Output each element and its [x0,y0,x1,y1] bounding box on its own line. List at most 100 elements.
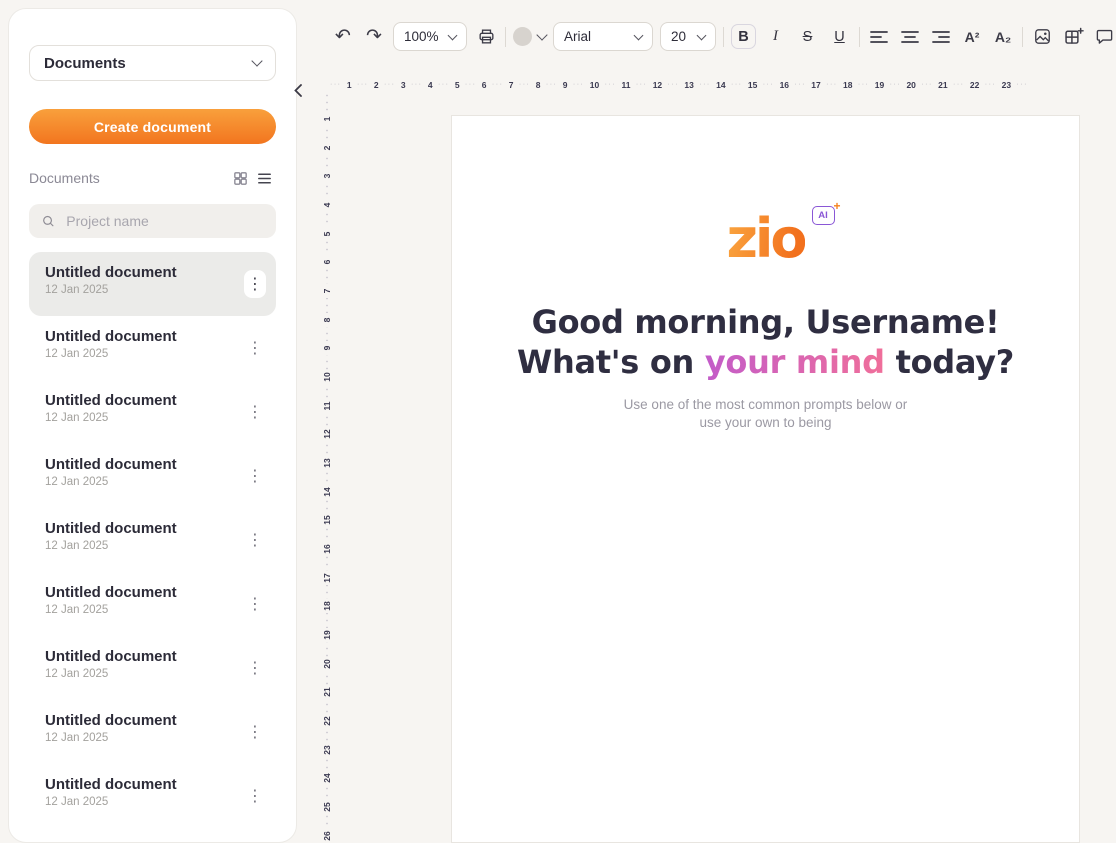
ruler-number: 4 [428,80,433,90]
comment-button[interactable] [1092,24,1116,50]
ruler-vertical: 1234567891011121314151617181920212223242… [320,92,334,843]
grid-view-button[interactable] [228,166,252,190]
ruler-number: 3 [321,169,333,183]
document-date: 12 Jan 2025 [45,284,232,296]
kebab-menu-button[interactable]: ⋮ [244,718,266,746]
ruler-number: 18 [321,599,333,613]
search-icon [41,213,55,229]
ruler-number: 10 [590,80,599,90]
document-title: Untitled document [45,776,232,793]
align-center-button[interactable] [898,24,922,50]
undo-button[interactable]: ↶ [331,24,355,50]
greeting-line2-prefix: What's on [517,343,705,381]
workspace-selector[interactable]: Documents [29,45,276,81]
ruler-number: 12 [653,80,662,90]
kebab-menu-button[interactable]: ⋮ [244,462,266,490]
ruler-ticks: ··· [794,81,806,88]
redo-button[interactable]: ↷ [362,24,386,50]
kebab-menu-button[interactable]: ⋮ [244,590,266,618]
align-left-button[interactable] [867,24,891,50]
sidebar: Documents Create document Documents Unti… [8,8,297,843]
document-list-item[interactable]: Untitled document 12 Jan 2025 ⋮ [29,380,276,444]
kebab-menu-button[interactable]: ⋮ [244,334,266,362]
text-color-button[interactable] [513,27,546,46]
ruler-number: 17 [321,571,333,585]
ruler-ticks: ··· [763,81,775,88]
ruler-number: 8 [536,80,541,90]
chevron-down-icon [697,30,707,40]
ruler-number: 13 [321,456,333,470]
document-title: Untitled document [45,264,232,281]
ruler-number: 6 [321,255,333,269]
print-button[interactable] [474,24,498,50]
ruler-number: 8 [321,313,333,327]
kebab-menu-button[interactable]: ⋮ [244,398,266,426]
kebab-menu-button[interactable]: ⋮ [244,654,266,682]
font-family-select[interactable]: Arial [553,22,653,51]
ruler-number: 2 [321,141,333,155]
editor-toolbar: ↶ ↷ 100% Arial 20 B I S U [331,20,1116,53]
italic-button[interactable]: I [763,24,788,49]
document-date: 12 Jan 2025 [45,732,232,744]
document-list-item[interactable]: Untitled document 12 Jan 2025 ⋮ [29,508,276,572]
subscript-button[interactable]: A₂ [991,24,1015,50]
sidebar-collapse-button[interactable] [290,81,306,99]
list-view-button[interactable] [252,166,276,190]
insert-image-button[interactable] [1030,24,1054,50]
list-view-icon [256,170,273,187]
kebab-menu-button[interactable]: ⋮ [244,782,266,810]
ruler-number: 13 [684,80,693,90]
document-list-item[interactable]: Untitled document 12 Jan 2025 ⋮ [29,700,276,764]
ruler-ticks: ··· [357,81,369,88]
ruler-number: 1 [321,112,333,126]
document-list-item[interactable]: Untitled document 12 Jan 2025 ⋮ [29,444,276,508]
ruler-number: 16 [321,542,333,556]
document-date: 12 Jan 2025 [45,668,232,680]
ruler-number: 15 [321,513,333,527]
font-size-select[interactable]: 20 [660,22,716,51]
separator [859,27,860,47]
ruler-number: 15 [748,80,757,90]
align-right-button[interactable] [929,24,953,50]
align-right-icon [932,30,950,44]
bold-button[interactable]: B [731,24,756,49]
ruler-number: 23 [321,743,333,757]
kebab-menu-button[interactable]: ⋮ [244,270,266,298]
zoom-select[interactable]: 100% [393,22,467,51]
subtitle-line1: Use one of the most common prompts below… [452,396,1079,414]
underline-button[interactable]: U [827,24,852,49]
search-input[interactable] [64,212,264,230]
insert-table-button[interactable] [1061,24,1085,50]
ruler-ticks: ··· [605,81,617,88]
document-title: Untitled document [45,712,232,729]
document-list-item[interactable]: Untitled document 12 Jan 2025 ⋮ [29,316,276,380]
document-list-item[interactable]: Untitled document 12 Jan 2025 ⋮ [29,636,276,700]
document-page[interactable]: zio AI + Good morning, Username! What's … [451,115,1080,843]
separator [1022,27,1023,47]
chevron-down-icon [251,55,262,66]
document-list-item[interactable]: Untitled document 12 Jan 2025 ⋮ [29,252,276,316]
superscript-button[interactable]: A² [960,24,984,50]
ruler-number: 25 [321,800,333,814]
ruler-number: 11 [321,399,333,413]
kebab-menu-button[interactable]: ⋮ [244,526,266,554]
ruler-number: 10 [321,370,333,384]
document-title: Untitled document [45,648,232,665]
ruler-ticks: ··· [573,81,585,88]
ruler-number: 19 [321,628,333,642]
greeting-line2-highlight: your mind [705,343,885,381]
document-list-item[interactable]: Untitled document 12 Jan 2025 ⋮ [29,572,276,636]
chevron-down-icon [634,30,644,40]
document-title: Untitled document [45,456,232,473]
document-list-item[interactable]: Untitled document 12 Jan 2025 ⋮ [29,764,276,828]
document-date: 12 Jan 2025 [45,604,232,616]
search-box [29,204,276,238]
document-date: 12 Jan 2025 [45,540,232,552]
ruler-ticks: ··· [826,81,838,88]
strikethrough-button[interactable]: S [795,24,820,49]
ruler-ticks: ··· [699,81,711,88]
zoom-value: 100% [404,29,439,44]
align-left-icon [870,30,888,44]
create-document-button[interactable]: Create document [29,109,276,144]
ruler-number: 26 [321,829,333,843]
